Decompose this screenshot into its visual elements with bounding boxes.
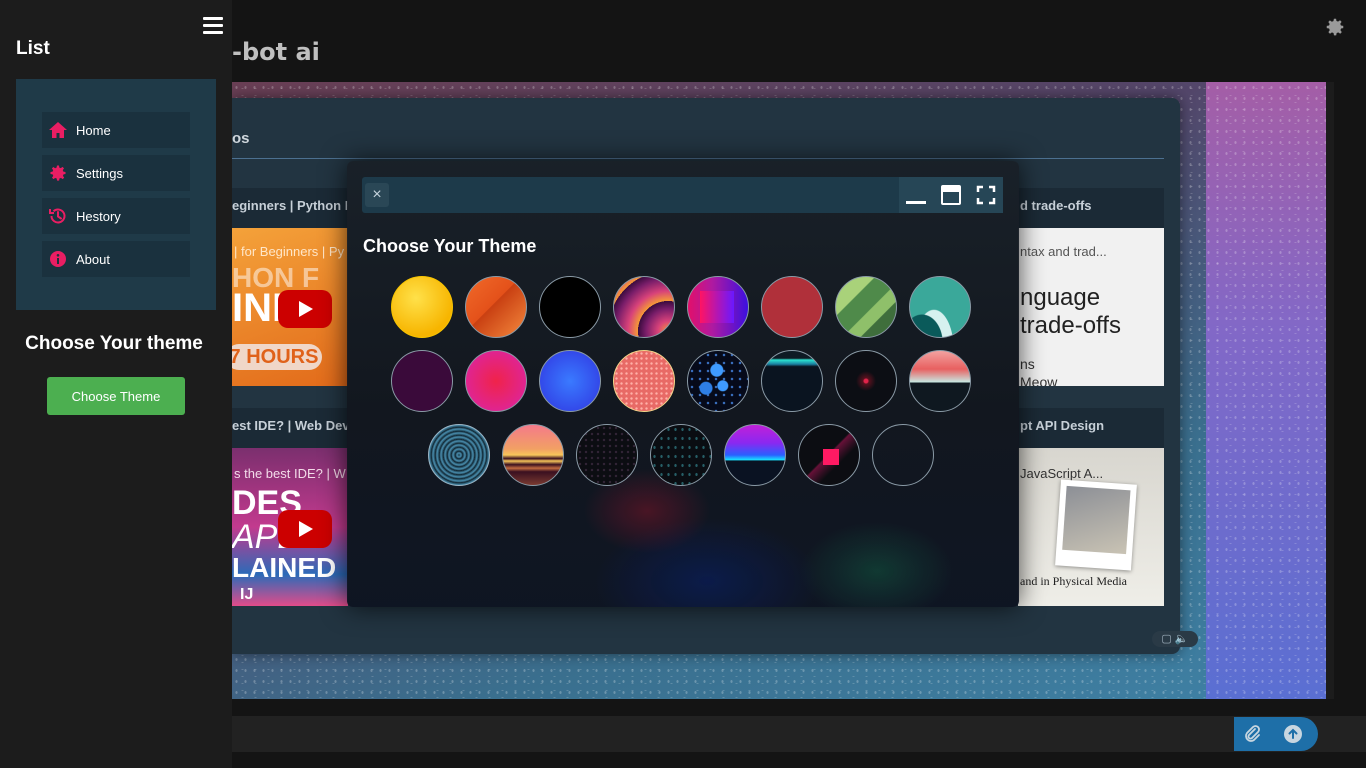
- thumbnail-text: trade-offs: [1020, 312, 1121, 339]
- sidebar-item-home[interactable]: Home: [42, 112, 190, 148]
- home-icon: [49, 122, 67, 138]
- modal-title-bar[interactable]: ×: [362, 177, 1003, 213]
- theme-swatch-empty[interactable]: [872, 424, 934, 486]
- theme-swatch-deep-purple[interactable]: [391, 350, 453, 412]
- theme-swatch-teal[interactable]: [909, 276, 971, 338]
- youtube-play-icon[interactable]: [278, 290, 332, 328]
- choose-theme-button[interactable]: Choose Theme: [47, 377, 185, 415]
- upload-arrow-icon[interactable]: [1284, 725, 1302, 743]
- video-card[interactable]: d trade-offs ntax and trad... nguage tra…: [1018, 188, 1164, 386]
- thumbnail-text: nguage: [1020, 284, 1101, 311]
- theme-swatch-pink-cube[interactable]: [798, 424, 860, 486]
- thumbnail-text: and in Physical Media: [1020, 574, 1127, 588]
- sidebar: List Home Settings Hestory About Choose …: [0, 0, 232, 768]
- sidebar-item-about[interactable]: About: [42, 241, 190, 277]
- theme-modal: × Choose Your Theme: [347, 161, 1019, 607]
- info-icon: [50, 251, 66, 267]
- theme-swatch-crimson[interactable]: [761, 276, 823, 338]
- modal-title: Choose Your Theme: [363, 236, 537, 256]
- hamburger-menu-icon[interactable]: [203, 17, 223, 35]
- theme-swatch-horizon[interactable]: [761, 350, 823, 412]
- theme-swatch-dark-dots[interactable]: [576, 424, 638, 486]
- theme-swatch-dark-stars[interactable]: [650, 424, 712, 486]
- theme-swatch-black[interactable]: [539, 276, 601, 338]
- video-title[interactable]: est IDE? | Web Deve: [232, 418, 348, 433]
- panel-heading: os: [232, 130, 250, 147]
- theme-swatch-pink-square[interactable]: [687, 276, 749, 338]
- theme-swatch-neon-horizon[interactable]: [724, 424, 786, 486]
- theme-swatch-orange[interactable]: [465, 276, 527, 338]
- minimize-icon[interactable]: [906, 185, 927, 205]
- theme-swatch-magenta[interactable]: [465, 350, 527, 412]
- sidebar-item-label: Home: [76, 122, 111, 138]
- input-actions: [1234, 717, 1318, 751]
- thumbnail-caption: ntax and trad...: [1020, 244, 1107, 259]
- video-thumbnail[interactable]: | for Beginners | Py HON F INNE 7 HOURS: [232, 228, 348, 386]
- theme-swatch-peach[interactable]: [909, 350, 971, 412]
- sidebar-nav: Home Settings Hestory About: [16, 79, 216, 310]
- theme-swatch-coral[interactable]: [613, 350, 675, 412]
- paperclip-icon[interactable]: [1242, 724, 1262, 744]
- thumbnail-caption: | for Beginners | Py: [234, 244, 345, 259]
- video-card[interactable]: est IDE? | Web Deve s the best IDE? | W …: [232, 408, 348, 606]
- youtube-play-icon[interactable]: [278, 510, 332, 548]
- sidebar-item-label: Settings: [76, 165, 123, 181]
- theme-swatch-green-stripes[interactable]: [835, 276, 897, 338]
- video-title[interactable]: pt API Design: [1020, 418, 1104, 433]
- window-controls: [899, 177, 1003, 213]
- close-button[interactable]: ×: [365, 183, 389, 207]
- theme-swatch-yellow[interactable]: [391, 276, 453, 338]
- thumbnail-text: LAINED: [232, 552, 337, 583]
- fullscreen-icon[interactable]: [976, 185, 996, 205]
- video-card[interactable]: pt API Design JavaScript A... and in Phy…: [1018, 408, 1164, 606]
- video-title[interactable]: d trade-offs: [1020, 198, 1092, 213]
- sidebar-title: List: [16, 38, 50, 59]
- thumbnail-text: IJ: [240, 586, 254, 603]
- thumbnail-text: ns: [1020, 356, 1035, 372]
- theme-swatch-sunset[interactable]: [613, 276, 675, 338]
- thumbnail-caption: s the best IDE? | W: [234, 466, 346, 481]
- theme-swatch-spark[interactable]: [835, 350, 897, 412]
- theme-heading: Choose Your theme: [25, 333, 203, 354]
- theme-swatch-blue[interactable]: [539, 350, 601, 412]
- thumbnail-photo: [1055, 479, 1137, 571]
- theme-swatch-retro-sun[interactable]: [502, 424, 564, 486]
- video-thumbnail[interactable]: ntax and trad... nguage trade-offs ns Me…: [1018, 228, 1164, 386]
- video-card[interactable]: eginners | Python Fu | for Beginners | P…: [232, 188, 348, 386]
- sidebar-item-label: Hestory: [76, 208, 121, 224]
- theme-swatch-vortex[interactable]: [428, 424, 490, 486]
- video-thumbnail[interactable]: JavaScript A... and in Physical Media: [1018, 448, 1164, 606]
- theme-swatch-cubes[interactable]: [687, 350, 749, 412]
- thumbnail-badge: 7 HOURS: [232, 344, 322, 370]
- video-thumbnail[interactable]: s the best IDE? | W DES APL LAINED IJ: [232, 448, 348, 606]
- stage-scrollbar[interactable]: [1326, 82, 1334, 699]
- chat-input-bar[interactable]: [232, 716, 1366, 752]
- sidebar-item-history[interactable]: Hestory: [42, 198, 190, 234]
- sidebar-item-label: About: [76, 251, 110, 267]
- gear-icon: [50, 165, 66, 181]
- settings-gear-icon[interactable]: [1324, 16, 1346, 38]
- history-icon: [49, 208, 66, 224]
- panel-divider: [232, 158, 1164, 159]
- sidebar-item-settings[interactable]: Settings: [42, 155, 190, 191]
- video-controls[interactable]: ▢ 🔈: [1152, 631, 1198, 647]
- thumbnail-text: Meow: [1020, 374, 1058, 386]
- app-title: -bot ai: [232, 38, 320, 66]
- maximize-icon[interactable]: [940, 185, 961, 205]
- video-title[interactable]: eginners | Python Fu: [232, 198, 348, 213]
